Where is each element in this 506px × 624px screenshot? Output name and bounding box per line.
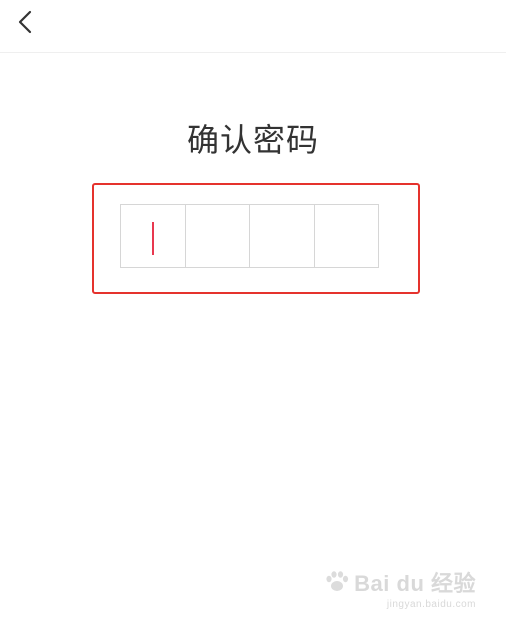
- watermark-logo: Bai du 经验: [324, 566, 476, 598]
- back-button[interactable]: [8, 4, 44, 40]
- pin-box-3[interactable]: [249, 204, 315, 268]
- pin-input[interactable]: [120, 204, 382, 268]
- pin-box-2[interactable]: [184, 204, 250, 268]
- page-title: 确认密码: [186, 121, 319, 159]
- top-bar: [0, 0, 506, 53]
- watermark-logo-text: Bai du 经验: [354, 571, 476, 596]
- watermark-url: jingyan.baidu.com: [386, 599, 476, 610]
- paw-icon: [326, 571, 349, 591]
- text-caret: [152, 222, 154, 255]
- watermark: Bai du 经验 jingyan.baidu.com: [324, 566, 476, 610]
- pin-box-4[interactable]: [313, 204, 379, 268]
- chevron-left-icon: [18, 10, 32, 34]
- pin-box-1[interactable]: [120, 204, 186, 268]
